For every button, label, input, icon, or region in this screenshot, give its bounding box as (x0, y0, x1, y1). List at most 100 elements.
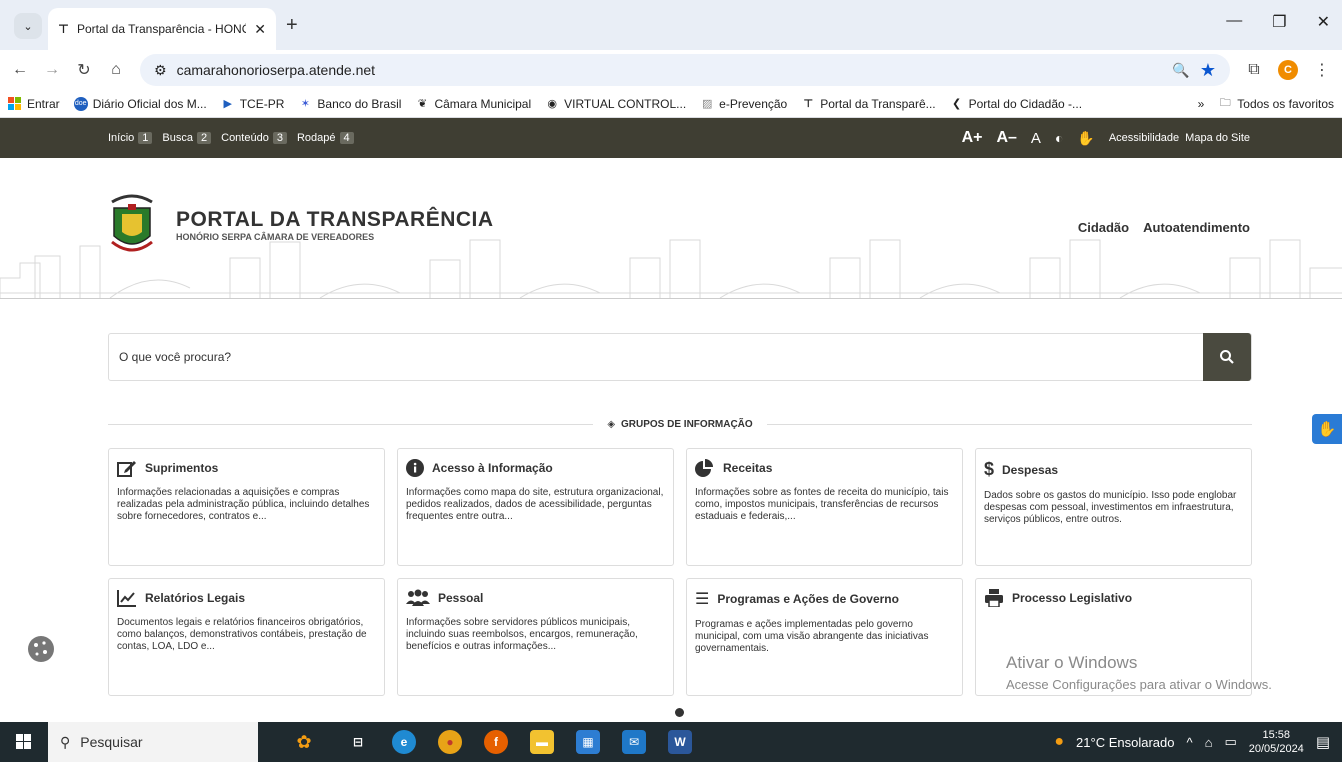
cidadao-link[interactable]: Cidadão (1078, 220, 1129, 235)
home-icon[interactable]: ⌂ (108, 61, 124, 79)
users-icon (406, 589, 430, 606)
line-chart-icon (117, 590, 136, 607)
autoatendimento-link[interactable]: Autoatendimento (1143, 220, 1250, 235)
checklist-icon: ☰ (695, 591, 710, 608)
network-icon[interactable]: ⌂ (1205, 735, 1213, 750)
zoom-icon[interactable]: 🔍 (1172, 62, 1189, 79)
file-explorer-icon[interactable]: ▬ (530, 730, 554, 754)
card-relatorios-legais[interactable]: Relatórios Legais Documentos legais e re… (108, 578, 385, 696)
system-tray: ● 21°C Ensolarado ^ ⌂ ▭ 15:58 20/05/2024… (1054, 728, 1342, 756)
start-button[interactable] (0, 734, 48, 750)
site-settings-icon[interactable]: ⚙ (154, 62, 167, 79)
image-icon: ▨ (701, 98, 713, 110)
all-bookmarks-button[interactable]: 🗀 Todos os favoritos (1218, 97, 1334, 111)
new-tab-button[interactable]: + (286, 14, 298, 37)
globe-icon: doe (73, 96, 88, 111)
sign-language-icon[interactable]: ✋ (1077, 130, 1094, 147)
task-view-icon[interactable]: ⊟ (346, 730, 370, 754)
search-box (108, 333, 1252, 381)
chevron-up-icon[interactable]: ^ (1186, 735, 1192, 750)
bookmark-item[interactable]: ◉ VIRTUAL CONTROL... (545, 97, 686, 111)
bookmark-item[interactable]: ▨ e-Prevenção (700, 97, 787, 111)
favicon-icon: ⊤ (58, 22, 69, 36)
browser-tabbar: ⌄ ⊤ Portal da Transparência - HONÓRIO SE… (0, 0, 1342, 50)
browser-tab[interactable]: ⊤ Portal da Transparência - HONÓRIO SERP… (48, 8, 276, 50)
word-icon[interactable]: W (668, 730, 692, 754)
site-top-nav: Início 1 Busca 2 Conteúdo 3 Rodapé 4 A+ A– A… (0, 118, 1342, 158)
header-links: Cidadão Autoatendimento (1078, 220, 1250, 235)
bookmarks-bar: Entrar doe Diário Oficial dos M... ▶ TCE-P… (0, 90, 1342, 118)
bookmark-item[interactable]: ❮ Portal do Cidadão -... (950, 97, 1082, 111)
bookmark-item[interactable]: doe Diário Oficial dos M... (73, 96, 207, 111)
store-icon[interactable]: ▦ (576, 730, 600, 754)
windows-activation-watermark: Ativar o Windows Acesse Configurações pa… (1006, 653, 1272, 692)
card-despesas[interactable]: $ Despesas Dados sobre os gastos do munic… (975, 448, 1252, 566)
search-input[interactable] (109, 334, 1203, 380)
contrast-icon[interactable]: ◐ (1055, 130, 1063, 146)
bookmark-star-icon[interactable]: ★ (1200, 60, 1216, 81)
layers-icon: ◈ (607, 418, 616, 430)
card-acesso-informacao[interactable]: Acesso à Informação Informações como map… (397, 448, 674, 566)
sign-language-widget-button[interactable]: ✋ (1312, 414, 1342, 444)
close-icon[interactable]: ✕ (254, 21, 266, 38)
bookmark-item[interactable]: ▶ TCE-PR (221, 97, 284, 111)
skip-link-rodape[interactable]: Rodapé 4 (297, 132, 354, 144)
card-programas-acoes[interactable]: ☰ Programas e Ações de Governo Programas … (686, 578, 963, 696)
window-close-icon[interactable]: ✕ (1317, 12, 1330, 32)
print-icon (985, 589, 1003, 607)
bookmark-item[interactable]: ✶ Banco do Brasil (298, 97, 402, 111)
bookmark-item[interactable]: ⊤ Portal da Transparê... (801, 97, 935, 111)
weather-icon[interactable]: ● (1054, 733, 1064, 751)
back-arrow-icon[interactable]: ← (12, 61, 28, 79)
restore-icon[interactable]: ❐ (1272, 12, 1286, 32)
portal-brand[interactable]: PORTAL DA TRANSPARÊNCIA HONÓRIO SERPA CÂ… (176, 208, 494, 242)
font-reset-button[interactable]: A (1031, 130, 1041, 147)
address-bar[interactable]: ⚙ camarahonorioserpa.atende.net 🔍 ★ (140, 54, 1230, 86)
skip-link-busca[interactable]: Busca 2 (162, 132, 212, 144)
skip-links: Início 1 Busca 2 Conteúdo 3 Rodapé 4 (108, 132, 354, 144)
cookie-icon[interactable] (26, 634, 56, 664)
dollar-icon: $ (984, 459, 995, 479)
accessibility-tools: A+ A– A ◐ ✋ Acessibilidade Mapa do Site (962, 129, 1250, 147)
card-suprimentos[interactable]: Suprimentos Informações relacionadas a a… (108, 448, 385, 566)
bookmarks-more-button[interactable]: » (1198, 97, 1205, 111)
page-title: PORTAL DA TRANSPARÊNCIA (176, 208, 494, 231)
reload-icon[interactable]: ↻ (76, 60, 92, 80)
chevron-down-icon: ⌄ (23, 20, 33, 33)
bookmark-item[interactable]: ❦ Câmara Municipal (415, 97, 531, 111)
forward-arrow-icon[interactable]: → (44, 61, 60, 79)
speaker-icon[interactable]: ▭ (1224, 734, 1236, 750)
hands-icon: ✋ (1317, 421, 1337, 438)
skip-link-conteudo[interactable]: Conteúdo 3 (221, 132, 287, 144)
chrome-icon[interactable]: ● (438, 730, 462, 754)
accessibility-link[interactable]: Acessibilidade (1109, 132, 1179, 144)
site-header: PORTAL DA TRANSPARÊNCIA HONÓRIO SERPA CÂ… (0, 158, 1342, 299)
bookmark-item[interactable]: Entrar (8, 96, 60, 111)
font-decrease-button[interactable]: A– (996, 129, 1016, 147)
minimize-icon[interactable]: — (1226, 12, 1242, 32)
extensions-icon[interactable]: ⧉ (1246, 61, 1262, 79)
sitemap-link[interactable]: Mapa do Site (1185, 132, 1250, 144)
mail-icon[interactable]: ✉ (622, 730, 646, 754)
pie-chart-icon (695, 459, 713, 477)
taskbar-search[interactable]: ⚲ Pesquisar (48, 722, 258, 762)
weather-text[interactable]: 21°C Ensolarado (1076, 735, 1174, 750)
edge-icon[interactable]: e (392, 730, 416, 754)
firefox-icon[interactable]: f (484, 730, 508, 754)
card-pessoal[interactable]: Pessoal Informações sobre servidores púb… (397, 578, 674, 696)
menu-kebab-icon[interactable]: ⋮ (1314, 60, 1330, 80)
search-button[interactable] (1203, 333, 1251, 381)
search-icon: ⚲ (60, 733, 71, 750)
notifications-icon[interactable]: ▤ (1316, 733, 1330, 751)
font-increase-button[interactable]: A+ (962, 129, 983, 147)
carousel-dot[interactable] (675, 708, 684, 717)
browser-toolbar: ← → ↻ ⌂ ⚙ camarahonorioserpa.atende.net … (0, 50, 1342, 90)
edit-icon (117, 461, 136, 477)
clock[interactable]: 15:58 20/05/2024 (1249, 728, 1304, 756)
skip-link-inicio[interactable]: Início 1 (108, 132, 153, 144)
avatar[interactable]: C (1278, 60, 1298, 80)
news-widget-icon[interactable]: ✿ (284, 730, 324, 754)
tab-search-button[interactable]: ⌄ (14, 13, 42, 39)
card-receitas[interactable]: Receitas Informações sobre as fontes de … (686, 448, 963, 566)
play-icon: ▶ (223, 98, 232, 110)
